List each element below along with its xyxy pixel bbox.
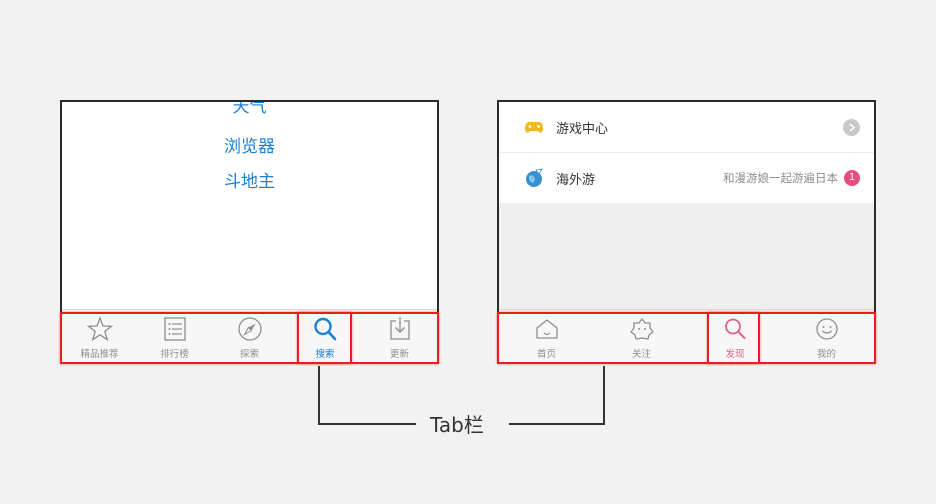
list-item-label: 海外游 — [556, 173, 596, 188]
tab-explore[interactable]: 探索 — [212, 310, 287, 362]
tab-home[interactable]: 首页 — [499, 310, 594, 362]
connector-line — [603, 366, 605, 425]
airplane-globe-icon — [526, 168, 543, 187]
search-word[interactable]: 天气 — [62, 102, 437, 117]
phone-screen-right: 游戏中心 海外游 和漫游娘一起游遍日本 1 首页 关注 发现 我的 — [497, 100, 876, 364]
tab-bar: 首页 关注 发现 我的 — [499, 309, 874, 362]
tab-label: 排行榜 — [160, 349, 189, 360]
tab-search[interactable]: 搜索 — [299, 310, 351, 362]
tab-label: 探索 — [239, 349, 259, 360]
phone-screen-left: 天气 浏览器 斗地主 精品推荐 排行榜 探索 搜索 更新 — [60, 100, 439, 364]
tab-updates[interactable]: 更新 — [362, 310, 437, 362]
tab-mine[interactable]: 我的 — [779, 310, 874, 362]
download-icon — [389, 317, 410, 340]
annotation-caption: Tab栏 — [430, 413, 484, 437]
list-item-label: 游戏中心 — [556, 122, 609, 137]
star-face-icon — [629, 318, 654, 340]
list-icon — [163, 317, 186, 341]
tab-bar: 精品推荐 排行榜 探索 搜索 更新 — [62, 309, 437, 362]
notification-badge: 1 — [844, 170, 860, 186]
search-icon — [725, 318, 746, 339]
tab-label: 首页 — [536, 349, 556, 360]
tab-discover[interactable]: 发现 — [709, 310, 761, 362]
gamepad-icon — [525, 121, 543, 133]
tab-label: 我的 — [816, 349, 836, 360]
connector-line — [509, 423, 605, 425]
compass-icon — [237, 317, 262, 341]
search-word[interactable]: 斗地主 — [62, 167, 437, 192]
tab-label: 关注 — [631, 349, 651, 360]
list-item-game-center[interactable]: 游戏中心 — [499, 102, 874, 153]
tab-label: 搜索 — [315, 349, 335, 360]
promo-text: 和漫游娘一起游遍日本 — [723, 171, 838, 185]
connector-line — [318, 423, 416, 425]
tab-follow[interactable]: 关注 — [594, 310, 689, 362]
tab-label: 发现 — [725, 349, 745, 360]
empty-area — [499, 203, 874, 313]
tab-featured[interactable]: 精品推荐 — [62, 310, 137, 362]
smiley-icon — [815, 318, 838, 340]
tab-label: 精品推荐 — [80, 349, 119, 360]
search-icon — [314, 317, 337, 341]
connector-line — [318, 366, 320, 425]
home-icon — [535, 319, 558, 339]
list-item-overseas-travel[interactable]: 海外游 和漫游娘一起游遍日本 1 — [499, 153, 874, 203]
chevron-right-icon — [843, 119, 860, 136]
tab-charts[interactable]: 排行榜 — [137, 310, 212, 362]
tab-label: 更新 — [389, 349, 409, 360]
star-icon — [86, 316, 113, 342]
search-word[interactable]: 浏览器 — [62, 132, 437, 157]
